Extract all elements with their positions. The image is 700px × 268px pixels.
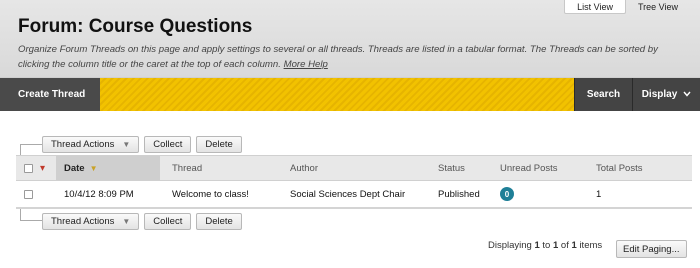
thread-actions-button-bottom[interactable]: Thread Actions ▼ (42, 212, 140, 230)
display-label: Display (641, 89, 678, 100)
action-bar-stripes (100, 78, 574, 111)
display-button[interactable]: Display (632, 78, 700, 111)
paging-from: 1 (534, 240, 540, 251)
search-button[interactable]: Search (574, 78, 632, 111)
unread-count-badge[interactable]: 0 (500, 187, 514, 201)
column-header-status[interactable]: Status (436, 156, 500, 180)
column-header-total-posts[interactable]: Total Posts (596, 156, 686, 180)
column-header-thread[interactable]: Thread (160, 156, 286, 180)
threads-table: ▾ Date ▼ Thread Author Status Unread Pos… (16, 155, 692, 209)
table-row: 10/4/12 8:09 PM Welcome to class! Social… (16, 181, 692, 209)
page-header: List View Tree View Forum: Course Questi… (0, 0, 700, 78)
collect-button[interactable]: Collect (144, 135, 192, 153)
description-text: Organize Forum Threads on this page and … (18, 44, 658, 70)
tab-list-view[interactable]: List View (564, 0, 626, 14)
row-status: Published (438, 188, 480, 200)
action-bar: Create Thread Search Display (0, 78, 700, 111)
paging-of-word: of (560, 240, 569, 251)
collect-button-bottom[interactable]: Collect (144, 212, 192, 230)
toolbar-bracket (20, 209, 42, 221)
column-header-unread-posts[interactable]: Unread Posts (500, 156, 596, 180)
flag-header[interactable]: ▾ (40, 156, 56, 180)
row-author: Social Sciences Dept Chair (290, 188, 406, 200)
toolbar-top: Thread Actions ▼ Collect Delete (20, 134, 247, 156)
row-total-posts: 1 (596, 188, 602, 200)
more-help-link[interactable]: More Help (284, 59, 328, 70)
thread-actions-label: Thread Actions (51, 138, 115, 150)
chevron-down-icon: ▼ (122, 139, 131, 149)
select-all-cell (16, 156, 40, 180)
row-unread-cell: 0 (500, 181, 596, 207)
column-header-author[interactable]: Author (286, 156, 436, 180)
page-description: Organize Forum Threads on this page and … (18, 42, 688, 72)
edit-paging-button[interactable]: Edit Paging... (616, 240, 687, 258)
paging-status: Displaying 1 to 1 of 1 items (488, 240, 602, 251)
delete-button[interactable]: Delete (196, 135, 242, 153)
column-header-date[interactable]: Date ▼ (56, 156, 160, 180)
page-title: Forum: Course Questions (18, 16, 253, 37)
view-tabs: List View Tree View (564, 0, 690, 14)
row-select-cell (16, 181, 40, 207)
toolbar-bottom: Thread Actions ▼ Collect Delete (20, 209, 247, 231)
chevron-down-icon: ▼ (122, 216, 131, 226)
row-flag-cell (40, 181, 56, 207)
paging-prefix: Displaying (488, 240, 532, 251)
paging-suffix: items (579, 240, 603, 251)
chevron-down-icon (683, 89, 691, 100)
delete-button-bottom[interactable]: Delete (196, 212, 242, 230)
paging-total: 1 (571, 240, 577, 251)
column-date-label: Date (64, 162, 85, 174)
thread-actions-label: Thread Actions (51, 215, 115, 227)
row-checkbox[interactable] (23, 189, 33, 199)
thread-actions-button[interactable]: Thread Actions ▼ (42, 135, 140, 153)
table-header: ▾ Date ▼ Thread Author Status Unread Pos… (16, 155, 692, 181)
create-thread-button[interactable]: Create Thread (0, 78, 100, 111)
flag-icon: ▾ (40, 162, 46, 174)
paging-to-word: to (542, 240, 551, 251)
select-all-checkbox[interactable] (23, 163, 33, 173)
row-thread-link[interactable]: Welcome to class! (160, 181, 286, 207)
sort-caret-icon[interactable]: ▼ (90, 164, 98, 173)
tab-tree-view[interactable]: Tree View (626, 0, 690, 14)
row-date: 10/4/12 8:09 PM (64, 188, 134, 200)
paging-to: 1 (552, 240, 559, 251)
